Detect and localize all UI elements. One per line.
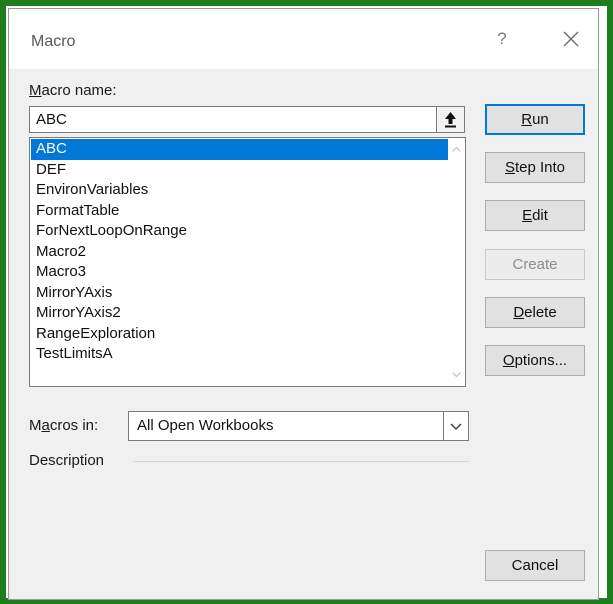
macro-list[interactable]: ABC DEF EnvironVariables FormatTable ForNext… xyxy=(29,137,466,387)
vertical-scrollbar[interactable] xyxy=(448,139,465,385)
macro-name-input[interactable] xyxy=(29,106,437,133)
chevron-down-icon xyxy=(450,423,462,430)
delete-button[interactable]: Delete xyxy=(485,297,585,328)
macro-list-item[interactable]: DEF xyxy=(31,160,448,181)
options-accel: O xyxy=(502,352,515,369)
scroll-down-icon[interactable] xyxy=(448,366,465,383)
macro-list-items: ABC DEF EnvironVariables FormatTable ForNext… xyxy=(31,139,448,365)
macros-in-value: All Open Workbooks xyxy=(137,417,274,434)
macro-name-label-text: acro name: xyxy=(41,82,117,99)
cancel-button[interactable]: Cancel xyxy=(485,550,585,581)
macros-in-select[interactable]: All Open Workbooks xyxy=(128,411,469,441)
edit-label: dit xyxy=(532,207,548,224)
step-into-accel: S xyxy=(504,159,515,176)
step-into-button[interactable]: Step Into xyxy=(485,152,585,183)
macro-list-item[interactable]: MirrorYAxis xyxy=(31,283,448,304)
close-button[interactable] xyxy=(557,25,585,53)
edit-accel: E xyxy=(522,207,533,224)
step-into-label: tep Into xyxy=(514,159,566,176)
dropdown-button[interactable] xyxy=(443,412,468,440)
cancel-label: Cancel xyxy=(511,557,559,574)
macro-list-item[interactable]: ABC xyxy=(31,139,448,160)
macro-list-item[interactable]: TestLimitsA xyxy=(31,344,448,365)
run-label: un xyxy=(532,111,549,128)
macros-in-accel: a xyxy=(41,417,50,434)
dialog-title: Macro xyxy=(31,33,76,50)
macros-in-pre: M xyxy=(29,417,42,434)
macro-dialog: Macro ? Macro name: ABCDEFEnvironVariabl… xyxy=(8,8,599,600)
edit-button[interactable]: Edit xyxy=(485,200,585,231)
help-button[interactable]: ? xyxy=(490,27,514,51)
macro-list-item[interactable]: MirrorYAxis2 xyxy=(31,303,448,324)
upload-arrow-icon xyxy=(445,112,456,128)
macro-list-item[interactable]: ForNextLoopOnRange xyxy=(31,221,448,242)
macro-list-item[interactable]: EnvironVariables xyxy=(31,180,448,201)
description-label: Description xyxy=(29,452,105,469)
delete-accel: D xyxy=(513,304,525,321)
options-label: ptions... xyxy=(514,352,568,369)
options-button[interactable]: Options... xyxy=(485,345,585,376)
title-bar: Macro ? xyxy=(9,9,598,69)
macro-list-item[interactable]: Macro3 xyxy=(31,262,448,283)
create-button[interactable]: Create xyxy=(485,249,585,280)
macro-list-item[interactable]: FormatTable xyxy=(31,201,448,222)
macro-list-item[interactable]: RangeExploration xyxy=(31,324,448,345)
macro-list-item[interactable]: Macro2 xyxy=(31,242,448,263)
delete-label: elete xyxy=(524,304,557,321)
run-accel: R xyxy=(521,111,533,128)
macro-name-accel: M xyxy=(29,82,42,99)
create-label: Create xyxy=(512,256,558,273)
macros-in-label: Macros in: xyxy=(29,417,98,434)
run-button[interactable]: Run xyxy=(485,104,585,135)
collapse-dialog-button[interactable] xyxy=(436,106,465,133)
close-icon xyxy=(563,31,579,47)
description-divider xyxy=(133,461,469,462)
scroll-up-icon[interactable] xyxy=(448,141,465,158)
macro-name-label: Macro name: xyxy=(29,82,117,99)
macros-in-rest: cros in: xyxy=(49,417,99,434)
